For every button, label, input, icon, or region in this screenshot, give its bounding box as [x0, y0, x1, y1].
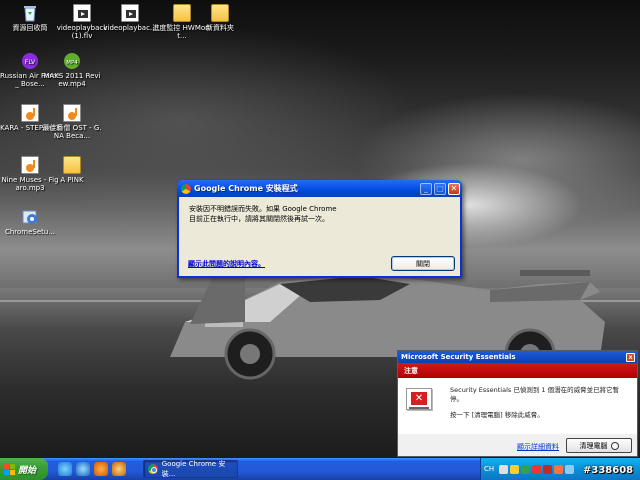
clean-computer-button[interactable]: 清理電腦	[566, 438, 632, 453]
desktop-icon-maks-2011[interactable]: MP4 MAKS 2011 Review.mp4	[42, 52, 102, 88]
mse-message: Security Essentials 已偵測到 1 個潛在的威脅並已將它暫停。	[450, 386, 620, 403]
help-icon[interactable]	[510, 464, 520, 474]
help-link[interactable]: 顯示此問題的說明內容。	[188, 259, 265, 269]
dialog-message: 安裝因不明錯誤而失敗。如果 Google Chrome 目前正在執行中，請將其關…	[189, 204, 449, 224]
title-close-button[interactable]: ✕	[448, 182, 460, 195]
desktop-icon-new-folder[interactable]: 新資料夾	[190, 4, 250, 32]
dialog-message-line: 目前正在執行中，請將其關閉然後再試一次。	[189, 215, 329, 223]
show-desktop-icon[interactable]	[58, 462, 72, 476]
taskbar-item-label: Google Chrome 安裝...	[161, 460, 226, 478]
mp4-file-icon: MP4	[63, 52, 81, 70]
video-file-icon	[121, 4, 139, 22]
taskbar-item-chrome-installer[interactable]: Google Chrome 安裝...	[143, 460, 238, 478]
antivirus-icon[interactable]	[543, 464, 553, 474]
desktop-icon-label: 最佳番僧 OST - G.NA Beca...	[42, 124, 102, 140]
flv-file-icon: FLV	[21, 52, 39, 70]
desktop-icon-label: 資源回收筒	[12, 24, 48, 32]
mse-alert-body: ✕ Security Essentials 已偵測到 1 個潛在的威脅並已將它暫…	[398, 378, 637, 434]
desktop-icon-video-2[interactable]: videoplaybac...	[100, 4, 160, 32]
network-icon[interactable]	[521, 464, 531, 474]
desktop-icon-a-pink[interactable]: A PINK	[42, 156, 102, 184]
desktop-icon-label: MAKS 2011 Review.mp4	[43, 72, 101, 88]
dialog-title: Google Chrome 安裝程式	[194, 184, 298, 193]
audio-file-icon	[21, 156, 39, 174]
close-button[interactable]: 關閉	[391, 256, 455, 271]
volume-icon[interactable]	[565, 464, 575, 474]
chrome-installer-icon	[181, 183, 191, 194]
taskbar: 開始 Google Chrome 安裝... CH	[0, 458, 640, 480]
mse-alert-heading: 注意	[398, 363, 637, 378]
folder-icon	[173, 4, 191, 22]
tray-app-icon[interactable]	[554, 464, 564, 474]
mse-instruction: 按一下 [清理電腦] 移除此威脅。	[450, 411, 544, 419]
chrome-installer-dialog: Google Chrome 安裝程式 _ □ ✕ 安裝因不明錯誤而失敗。如果 G…	[177, 180, 462, 278]
show-details-link[interactable]: 顯示詳細資料	[517, 442, 559, 452]
recycle-bin-icon	[21, 4, 39, 22]
maximize-button[interactable]: □	[434, 182, 446, 195]
desktop-icon-label: ChromeSetu...	[4, 228, 56, 236]
audio-file-icon	[21, 104, 39, 122]
desktop-icon-label: 新資料夾	[206, 24, 234, 32]
input-language-indicator[interactable]: CH	[484, 465, 494, 473]
desktop-icon-label: A PINK	[60, 176, 84, 184]
minimize-button[interactable]: _	[420, 182, 432, 195]
svg-text:MP4: MP4	[66, 60, 78, 66]
audio-file-icon	[63, 104, 81, 122]
firefox-icon[interactable]	[94, 462, 108, 476]
warning-monitor-icon: ✕	[406, 388, 432, 410]
mse-title: Microsoft Security Essentials	[401, 353, 516, 361]
installer-icon	[21, 208, 39, 226]
svg-text:FLV: FLV	[25, 59, 36, 66]
desktop-icon-chrome-setup[interactable]: ChromeSetu...	[0, 208, 60, 236]
dialog-message-line: 安裝因不明錯誤而失敗。如果 Google Chrome	[189, 205, 337, 213]
windows-flag-icon	[4, 463, 15, 475]
media-player-icon[interactable]	[112, 462, 126, 476]
watermark: #338608	[583, 465, 634, 476]
desktop-icon-label: videoplaybac...	[103, 24, 157, 32]
security-shield-icon[interactable]	[532, 464, 542, 474]
shield-icon	[610, 441, 619, 450]
desktop-icon-ost[interactable]: 最佳番僧 OST - G.NA Beca...	[42, 104, 102, 140]
start-button[interactable]: 開始	[0, 458, 48, 480]
mse-title-bar[interactable]: Microsoft Security Essentials x	[398, 351, 637, 363]
mse-footer: 顯示詳細資料 清理電腦	[398, 436, 637, 456]
folder-icon	[63, 156, 81, 174]
keyboard-icon[interactable]	[499, 464, 509, 474]
mse-alert-window: Microsoft Security Essentials x 注意 ✕ Sec…	[397, 350, 638, 457]
chrome-icon	[148, 464, 158, 474]
folder-icon	[211, 4, 229, 22]
start-label: 開始	[18, 465, 37, 476]
desktop-icon-recycle-bin[interactable]: 資源回收筒	[0, 4, 60, 32]
clean-computer-label: 清理電腦	[579, 441, 608, 450]
video-file-icon	[73, 4, 91, 22]
mse-close-button[interactable]: x	[626, 352, 635, 362]
internet-explorer-icon[interactable]	[76, 462, 90, 476]
dialog-title-bar[interactable]: Google Chrome 安裝程式 _ □ ✕	[177, 180, 462, 197]
